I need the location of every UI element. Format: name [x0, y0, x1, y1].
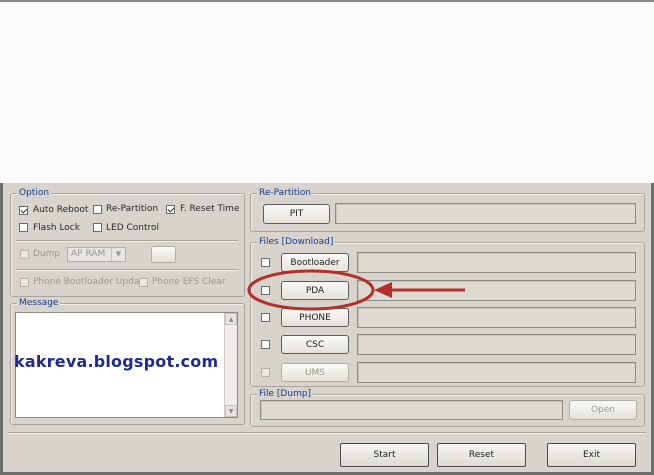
- dump-checkbox[interactable]: [20, 250, 29, 259]
- re-partition-legend: Re-Partition: [257, 187, 314, 199]
- dump-type-select[interactable]: AP RAM ▼: [67, 247, 126, 262]
- reset-button[interactable]: Reset: [437, 443, 526, 467]
- pit-path-field: [335, 203, 636, 224]
- ums-button[interactable]: UMS: [281, 363, 349, 382]
- exit-button[interactable]: Exit: [547, 443, 636, 467]
- flash-lock-label: Flash Lock: [33, 223, 80, 233]
- csc-path-field: [357, 334, 636, 355]
- flash-lock-checkbox[interactable]: [19, 223, 28, 232]
- auto-reboot-label: Auto Reboot: [33, 205, 89, 215]
- re-partition-checkbox[interactable]: [93, 205, 102, 214]
- phone-bootloader-update-checkbox[interactable]: [20, 278, 29, 287]
- f-reset-time-checkbox[interactable]: [166, 205, 175, 214]
- csc-checkbox[interactable]: [261, 340, 270, 349]
- phone-efs-clear-checkbox[interactable]: [139, 278, 148, 287]
- bootloader-button[interactable]: Bootloader: [281, 253, 349, 272]
- option-legend: Option: [17, 187, 52, 199]
- open-button[interactable]: Open: [569, 400, 637, 420]
- scroll-down-icon[interactable]: ▼: [225, 405, 237, 417]
- pda-checkbox[interactable]: [261, 286, 270, 295]
- phone-efs-clear-label: Phone EFS Clear: [152, 277, 226, 287]
- dump-type-value: AP RAM: [71, 249, 106, 259]
- chevron-down-icon: ▼: [111, 248, 125, 261]
- pda-button[interactable]: PDA: [281, 281, 349, 300]
- bootloader-checkbox[interactable]: [261, 258, 270, 267]
- csc-button[interactable]: CSC: [281, 335, 349, 354]
- phone-bootloader-update-label: Phone Bootloader Update: [33, 277, 149, 287]
- message-legend: Message: [17, 297, 61, 309]
- file-dump-legend: File [Dump]: [257, 388, 314, 400]
- phone-path-field: [357, 307, 636, 328]
- blank-top-area: [0, 0, 654, 183]
- start-button[interactable]: Start: [340, 443, 429, 467]
- files-download-legend: Files [Download]: [257, 236, 336, 248]
- ums-checkbox[interactable]: [261, 368, 270, 377]
- message-scrollbar[interactable]: ▲ ▼: [224, 313, 237, 417]
- bootloader-path-field: [357, 252, 636, 273]
- window-frame-left: [0, 183, 3, 475]
- watermark-text: kakreva.blogspot.com: [14, 352, 219, 371]
- auto-reboot-checkbox[interactable]: [19, 206, 28, 215]
- phone-checkbox[interactable]: [261, 313, 270, 322]
- ums-path-field: [357, 362, 636, 383]
- f-reset-time-label: F. Reset Time: [180, 204, 240, 214]
- dump-label: Dump: [33, 249, 61, 259]
- option-separator-1: [16, 240, 238, 242]
- option-separator-2: [16, 269, 238, 271]
- bottom-separator: [8, 432, 646, 434]
- file-dump-path-field: [260, 400, 563, 420]
- led-control-label: LED Control: [106, 223, 160, 233]
- led-control-checkbox[interactable]: [93, 223, 102, 232]
- re-partition-label: Re-Partition: [106, 204, 159, 214]
- dump-action-button[interactable]: [151, 246, 176, 263]
- phone-button[interactable]: PHONE: [281, 308, 349, 327]
- pit-button[interactable]: PIT: [263, 204, 330, 224]
- pda-path-field: [357, 280, 636, 301]
- scroll-up-icon[interactable]: ▲: [225, 313, 237, 325]
